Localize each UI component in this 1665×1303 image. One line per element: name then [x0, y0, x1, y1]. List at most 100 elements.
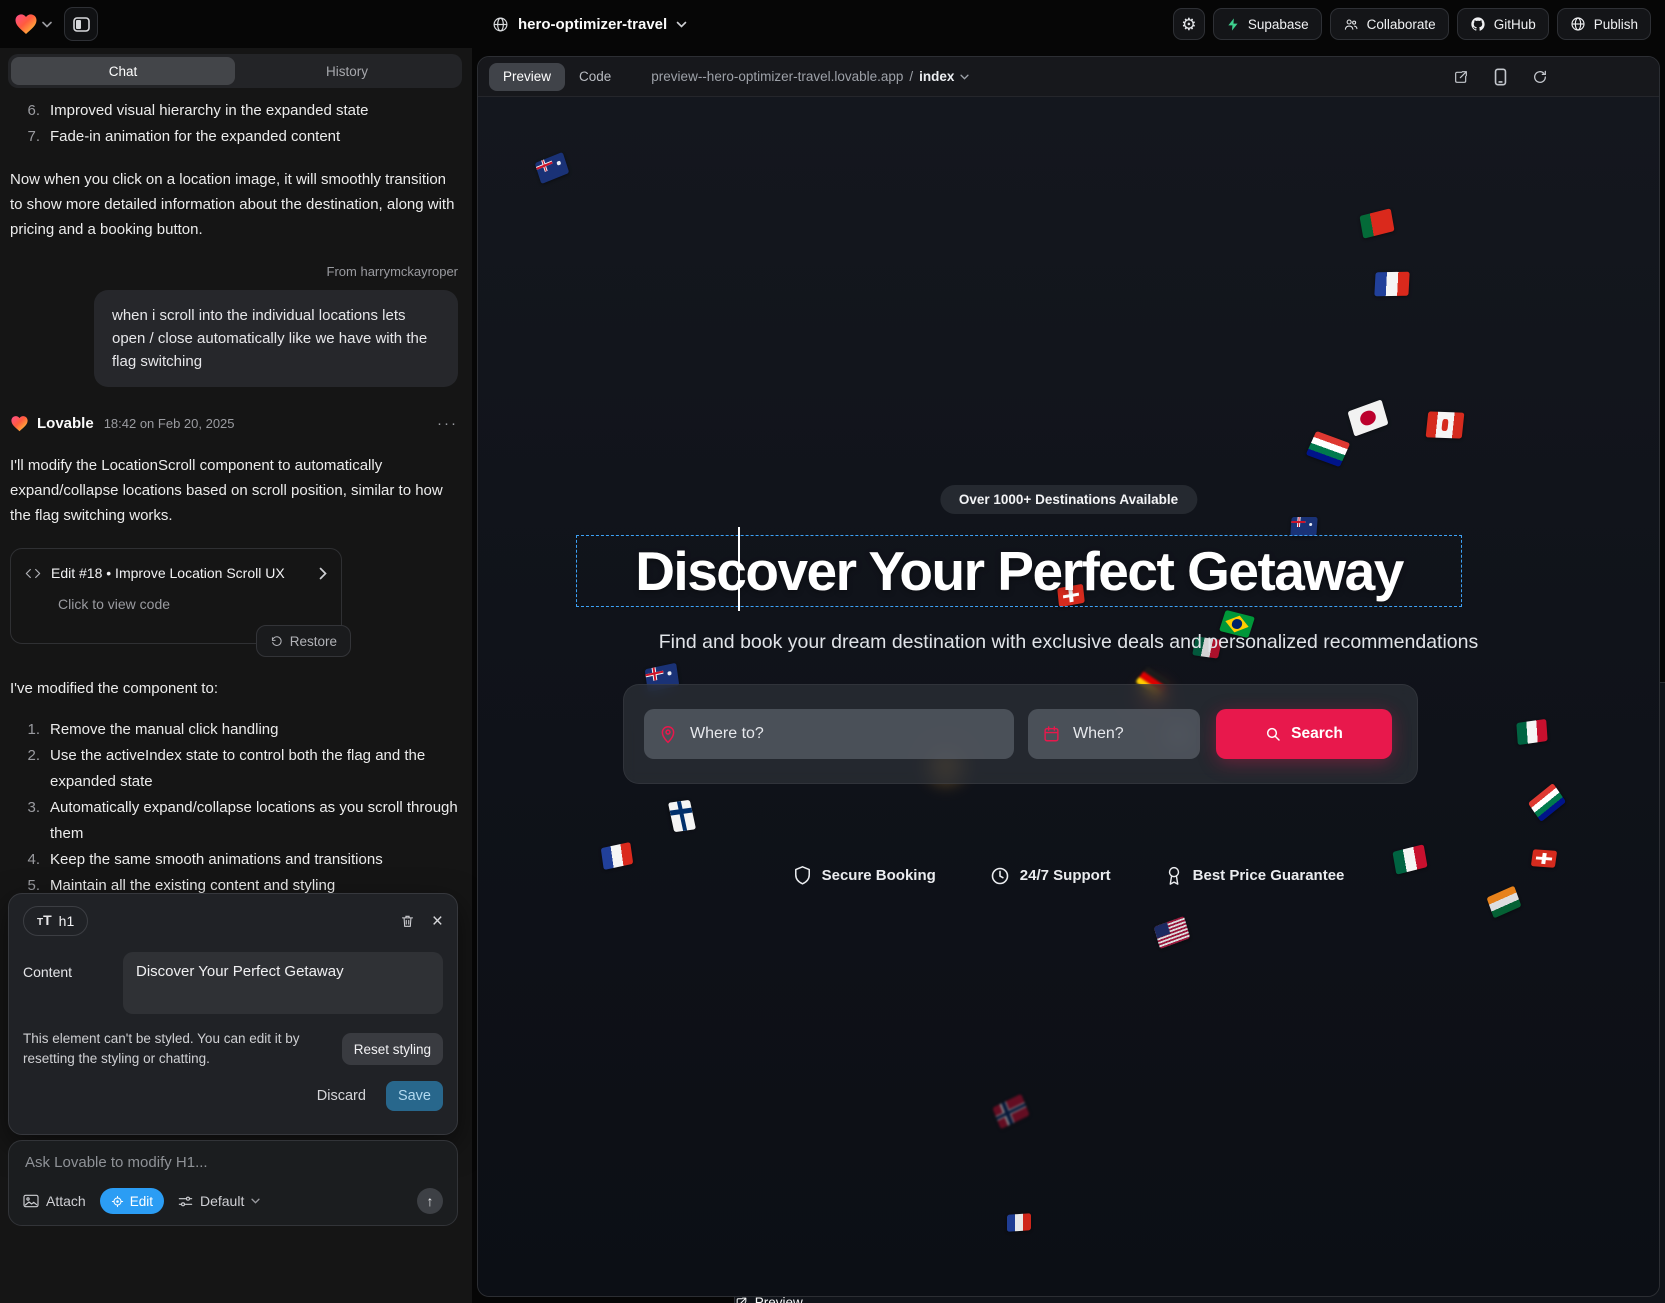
- when-input[interactable]: [1071, 724, 1185, 744]
- award-icon: [1165, 865, 1183, 886]
- clock-icon: [990, 866, 1010, 886]
- assistant-name: Lovable: [37, 411, 94, 436]
- assistant-message: Now when you click on a location image, …: [10, 167, 458, 242]
- tab-preview[interactable]: Preview: [489, 63, 565, 91]
- feature-support: 24/7 Support: [990, 865, 1111, 886]
- image-attach-icon: [23, 1194, 39, 1208]
- edit-card-subtitle: Click to view code: [58, 592, 327, 617]
- mobile-view-icon[interactable]: [1494, 68, 1507, 86]
- flag-japan: [1347, 399, 1388, 436]
- feature-best-price: Best Price Guarantee: [1165, 865, 1345, 886]
- website-canvas: Over 1000+ Destinations Available Discov…: [478, 97, 1659, 1296]
- flag-canada: [1426, 411, 1465, 438]
- tab-chat[interactable]: Chat: [11, 57, 235, 85]
- message-timestamp: 18:42 on Feb 20, 2025: [104, 411, 235, 436]
- trash-icon[interactable]: [400, 913, 415, 929]
- list-item: 3. Automatically expand/collapse locatio…: [10, 795, 458, 847]
- chevron-down-icon: [676, 21, 687, 28]
- external-link-icon: [735, 1296, 748, 1303]
- chat-composer: Attach Edit: [8, 1140, 458, 1226]
- target-icon: [111, 1195, 124, 1208]
- where-input[interactable]: [688, 724, 999, 744]
- send-button[interactable]: ↑: [417, 1188, 443, 1214]
- user-attribution: From harrymckayroper: [10, 264, 458, 280]
- reset-styling-button[interactable]: Reset styling: [342, 1033, 443, 1065]
- refresh-icon[interactable]: [1532, 69, 1548, 85]
- flag-south-africa: [1528, 782, 1566, 821]
- people-icon: [1343, 17, 1359, 32]
- element-tag-label: h1: [59, 913, 75, 929]
- list-item: 1. Remove the manual click handling: [10, 717, 458, 743]
- search-bar: Search: [623, 684, 1418, 784]
- sidebar-toggle-icon: [73, 17, 90, 32]
- project-switcher[interactable]: hero-optimizer-travel: [492, 0, 687, 48]
- chevron-down-icon: [42, 21, 52, 28]
- tab-code[interactable]: Code: [565, 63, 625, 91]
- message-menu-icon[interactable]: ···: [437, 411, 458, 436]
- element-editor-panel: TT h1 × Content Discover Your Perfect Ge…: [8, 893, 458, 1135]
- destinations-badge: Over 1000+ Destinations Available: [940, 485, 1197, 514]
- code-icon: [25, 567, 41, 580]
- arrow-up-icon: ↑: [427, 1193, 434, 1209]
- list-item: 6. Improved visual hierarchy in the expa…: [10, 98, 458, 124]
- feature-row: Secure Booking 24/7 Support: [478, 865, 1659, 886]
- close-icon[interactable]: ×: [432, 912, 443, 931]
- where-field[interactable]: [644, 709, 1014, 759]
- chevron-down-icon: [251, 1198, 260, 1204]
- flag-france: [1374, 272, 1409, 297]
- preview-panel: Preview Code preview--hero-optimizer-tra…: [477, 56, 1660, 1297]
- chat-sidebar: Chat History 6. Improved visual hierarch…: [0, 48, 472, 1303]
- list-item: 2. Use the activeIndex state to control …: [10, 743, 458, 795]
- search-button[interactable]: Search: [1216, 709, 1392, 759]
- hero-subheading: Find and book your dream destination wit…: [478, 631, 1659, 654]
- tab-history[interactable]: History: [235, 57, 459, 85]
- content-label: Content: [23, 952, 109, 1014]
- edit-card-title: Edit #18 • Improve Location Scroll UX: [51, 561, 285, 586]
- element-tag-badge[interactable]: TT h1: [23, 906, 88, 936]
- content-textarea[interactable]: Discover Your Perfect Getaway: [123, 952, 443, 1014]
- hero-heading[interactable]: Discover Your Perfect Getaway: [635, 539, 1403, 603]
- project-name: hero-optimizer-travel: [518, 16, 667, 33]
- when-field[interactable]: [1028, 709, 1200, 759]
- text-size-icon: TT: [37, 912, 52, 930]
- collaborate-button[interactable]: Collaborate: [1330, 8, 1449, 40]
- flag-mexico: [1516, 719, 1547, 745]
- save-button[interactable]: Save: [386, 1081, 443, 1111]
- text-caret: [738, 527, 740, 611]
- flag-france: [1007, 1213, 1031, 1232]
- restore-button[interactable]: Restore: [270, 629, 337, 654]
- assistant-message: I'll modify the LocationScroll component…: [10, 453, 458, 528]
- sidebar-toggle-button[interactable]: [64, 7, 98, 41]
- chat-input[interactable]: [23, 1153, 447, 1172]
- feature-secure-booking: Secure Booking: [793, 865, 936, 886]
- github-button[interactable]: GitHub: [1457, 8, 1549, 40]
- topbar-actions: ⚙ Supabase Collaborate: [1173, 8, 1651, 40]
- user-message-bubble: when i scroll into the individual locati…: [94, 290, 458, 387]
- flag-south-africa: [1306, 431, 1350, 467]
- lovable-heart-icon: [10, 415, 29, 432]
- edit-mode-button[interactable]: Edit: [100, 1188, 164, 1214]
- assistant-header: Lovable 18:42 on Feb 20, 2025 ···: [10, 411, 458, 436]
- flag-new-zealand: [1290, 517, 1317, 536]
- publish-button[interactable]: Publish: [1557, 8, 1651, 40]
- github-icon: [1470, 16, 1486, 32]
- location-pin-icon: [659, 724, 677, 744]
- lovable-logo-group[interactable]: [14, 13, 52, 35]
- discard-button[interactable]: Discard: [311, 1087, 372, 1105]
- supabase-button[interactable]: Supabase: [1213, 8, 1322, 40]
- attach-button[interactable]: Attach: [23, 1193, 86, 1209]
- supabase-bolt-icon: [1226, 17, 1240, 32]
- open-in-new-icon[interactable]: [1453, 69, 1469, 85]
- assistant-message: I've modified the component to:: [10, 676, 458, 701]
- settings-button[interactable]: ⚙: [1173, 8, 1205, 40]
- flag-portugal: [1359, 208, 1394, 238]
- globe-icon: [492, 16, 509, 33]
- list-item: 7. Fade-in animation for the expanded co…: [10, 124, 458, 150]
- chat-scroll-area[interactable]: 6. Improved visual hierarchy in the expa…: [0, 88, 472, 899]
- h1-selection-outline[interactable]: Discover Your Perfect Getaway: [576, 535, 1462, 607]
- mode-selector[interactable]: Default: [178, 1193, 260, 1209]
- preview-url[interactable]: preview--hero-optimizer-travel.lovable.a…: [651, 69, 969, 84]
- flag-finland: [668, 800, 696, 832]
- lovable-app-window: hero-optimizer-travel ⚙ Supabase: [0, 0, 1665, 1303]
- chevron-right-icon: [319, 567, 327, 580]
